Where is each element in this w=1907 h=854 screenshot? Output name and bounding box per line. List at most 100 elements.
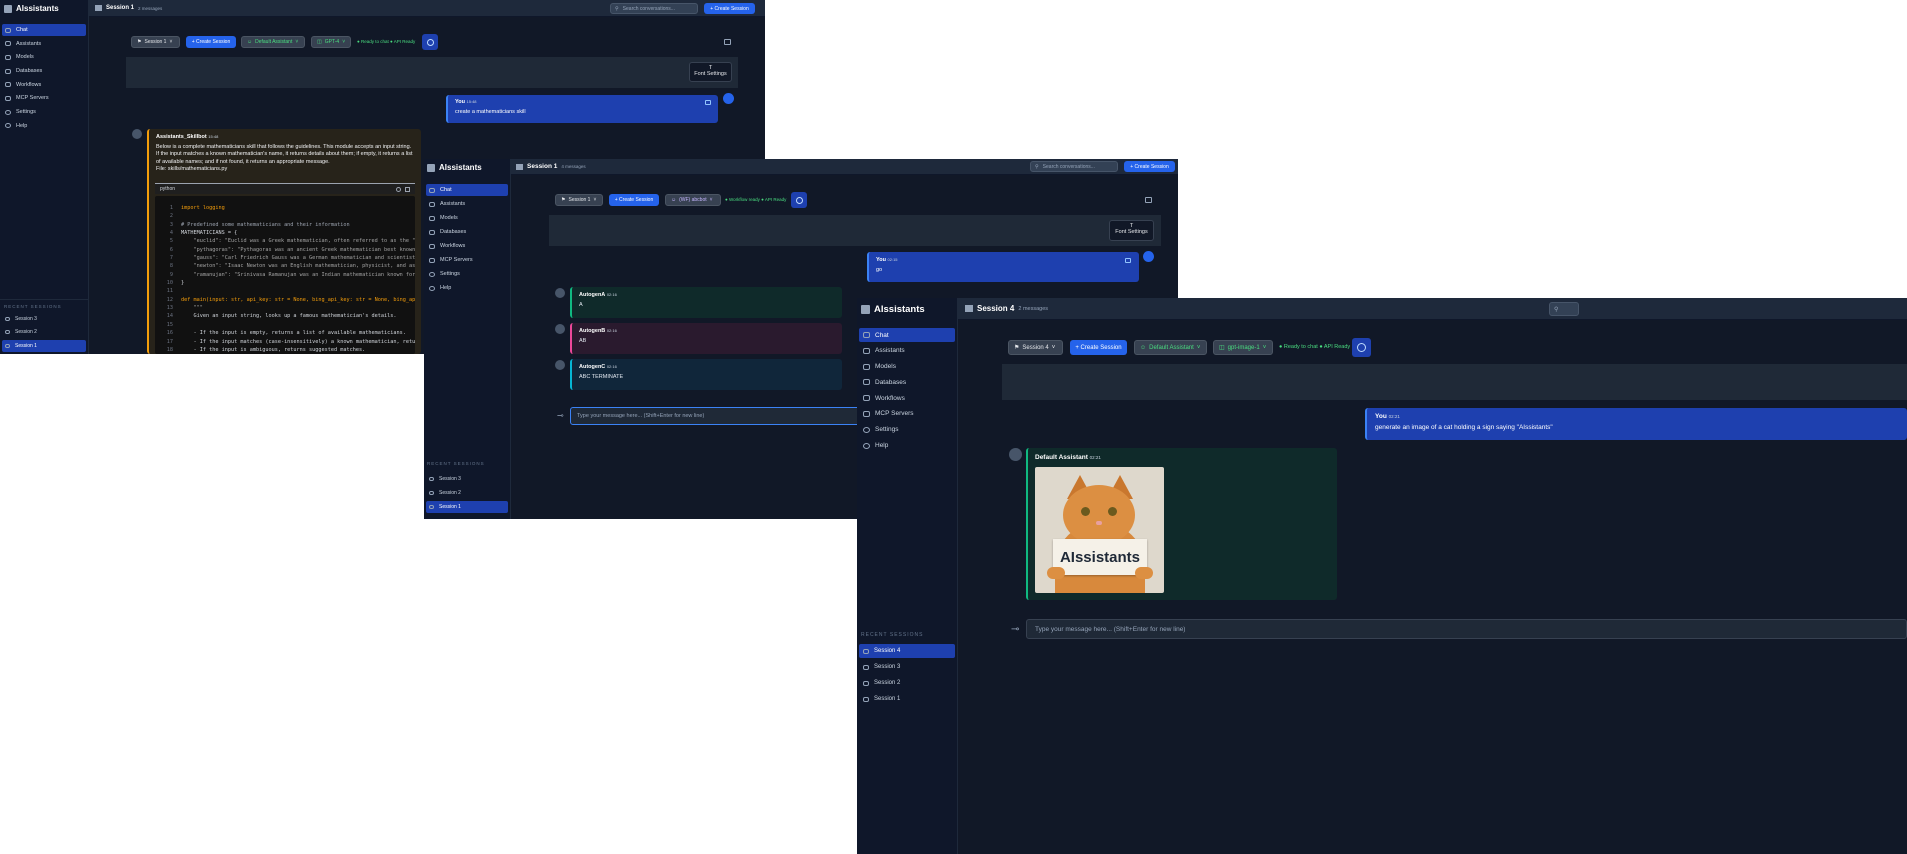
line-number: 4 [169,230,173,237]
code-line: 17 - If the input matches (case-insensit… [155,338,415,346]
models-icon [5,54,11,60]
search-input[interactable]: ⚲ Search conversations... [610,3,698,14]
nav-chat[interactable]: Chat [426,184,508,196]
assistant-select[interactable]: ☺ Default Assistant ˅ [1134,340,1207,355]
message-text: A [579,302,583,308]
help-button[interactable] [422,34,438,50]
sidebar: AIssistants Chat Assistants Models Datab… [857,298,958,854]
status-indicators: ● Ready to chat ● API Ready [1279,344,1351,350]
nav-chat[interactable]: Chat [2,24,86,36]
line-number: 3 [169,221,173,228]
session-select[interactable]: ⚑ Session 4 ˅ [1008,340,1063,355]
message-time: 02:21 [1089,455,1101,460]
nav-models[interactable]: Models [426,212,508,224]
nav-workflows[interactable]: Workflows [2,79,86,91]
nav-mcp-servers[interactable]: MCP Servers [859,407,955,421]
nav-settings[interactable]: Settings [426,268,508,280]
copy-code-icon[interactable] [405,187,410,192]
code-line: 3 # Predefined some mathematicians and th… [155,221,415,229]
cat-paw-right [1135,567,1153,579]
recent-session-item[interactable]: Session 2 [2,326,86,338]
search-input[interactable]: ⚲ [1549,302,1579,316]
recent-session-item[interactable]: Session 2 [426,487,508,499]
nav-assistants[interactable]: Assistants [426,198,508,210]
assistant-select[interactable]: ☺ Default Assistant ˅ [241,36,305,48]
paperclip-icon[interactable]: ⊸ [1011,624,1019,635]
sidebar-toggle-icon[interactable] [724,39,731,45]
sidebar-toggle-icon[interactable] [1145,197,1152,203]
recent-session-item-active[interactable]: Session 4 [859,644,955,658]
nav-databases[interactable]: Databases [426,226,508,238]
help-button[interactable] [1352,338,1371,357]
message-input[interactable]: Type your message here... (Shift+Enter f… [1026,619,1907,639]
code-text: - If the input is ambiguous, returns sug… [181,346,366,353]
code-line: 4 MATHEMATICIANS = { [155,229,415,237]
nav-help[interactable]: Help [426,282,508,294]
recent-session-item[interactable]: Session 1 [859,692,955,706]
recent-session-item[interactable]: Session 3 [426,473,508,485]
message-time: 02:21 [1388,414,1400,419]
assistant-select[interactable]: ☺ (WF) abcbot ˅ [665,194,721,206]
app-brand: AIssistants [0,0,88,17]
recent-session-item[interactable]: Session 2 [859,676,955,690]
code-text: "euclid": "Euclid was a Greek mathematic… [181,238,415,245]
code-line: 13 """ [155,304,415,312]
create-session-button[interactable]: + Create Session [704,3,755,14]
create-session-button[interactable]: + Create Session [1124,161,1175,172]
status-indicators: ● Ready to chat ● API Ready [357,39,416,44]
message-text: create a mathematicians skill [455,109,526,115]
message-input[interactable]: Type your message here... (Shift+Enter f… [570,407,890,425]
code-line: 11 [155,287,415,295]
nav-help[interactable]: Help [2,120,86,132]
nav-assistants[interactable]: Assistants [859,344,955,358]
model-select[interactable]: ◫ GPT-4 ˅ [311,36,351,48]
chevron-down-icon: ˅ [593,197,597,203]
font-settings-button[interactable]: T Font Settings [1109,220,1154,241]
message-text: ABC TERMINATE [579,374,624,380]
copy-icon[interactable] [705,100,711,105]
assistants-icon [429,201,435,207]
nav-workflows[interactable]: Workflows [426,240,508,252]
nav-workflows[interactable]: Workflows [859,391,955,405]
toolbar-band [549,215,1161,246]
search-input[interactable]: ⚲ Search conversations... [1030,161,1118,172]
help-button[interactable] [791,192,807,208]
session-select[interactable]: ⚑ Session 1 ˅ [131,36,180,48]
message-author: AutogenC [579,364,606,370]
message-author: You [1375,413,1387,420]
recent-session-item[interactable]: Session 3 [2,313,86,325]
nav-databases[interactable]: Databases [2,65,86,77]
chat-bubble-icon [863,696,869,702]
create-session-button[interactable]: + Create Session [186,36,236,48]
search-icon: ⚲ [1035,163,1039,170]
nav-chat[interactable]: Chat [859,328,955,342]
nav-settings[interactable]: Settings [2,106,86,118]
nav-mcp-servers[interactable]: MCP Servers [2,92,86,104]
code-line: 9 "ramanujan": "Srinivasa Ramanujan was … [155,271,415,279]
bot-message: AutogenA 02:16 A [570,287,842,318]
nav-models[interactable]: Models [2,51,86,63]
line-number: 14 [166,313,173,320]
create-session-button[interactable]: + Create Session [1070,340,1127,355]
create-session-button[interactable]: + Create Session [609,194,659,206]
paperclip-icon[interactable]: ⊸ [557,411,564,420]
nav-databases[interactable]: Databases [859,375,955,389]
code-line: 6 "pythagoras": "Pythagoras was an ancie… [155,246,415,254]
model-select[interactable]: ◫ gpt-image-1 ˅ [1213,340,1273,355]
copy-icon[interactable] [1125,258,1131,263]
nav-mcp-servers[interactable]: MCP Servers [426,254,508,266]
nav-help[interactable]: Help [859,439,955,453]
bookmark-icon: ⚑ [137,39,142,45]
user-message: You 02:15 go [867,252,1139,282]
nav-settings[interactable]: Settings [859,423,955,437]
font-settings-button[interactable]: T Font Settings [689,62,732,82]
cat-sign: AIssistants [1053,539,1147,575]
session-select[interactable]: ⚑ Session 1 ˅ [555,194,603,206]
recent-session-item[interactable]: Session 3 [859,660,955,674]
recent-session-item-active[interactable]: Session 1 [426,501,508,513]
nav-models[interactable]: Models [859,360,955,374]
recent-session-item-active[interactable]: Session 1 [2,339,86,352]
nav-assistants[interactable]: Assistants [2,38,86,50]
wrap-code-icon[interactable] [396,187,401,192]
chat-bubble-icon [5,330,10,335]
